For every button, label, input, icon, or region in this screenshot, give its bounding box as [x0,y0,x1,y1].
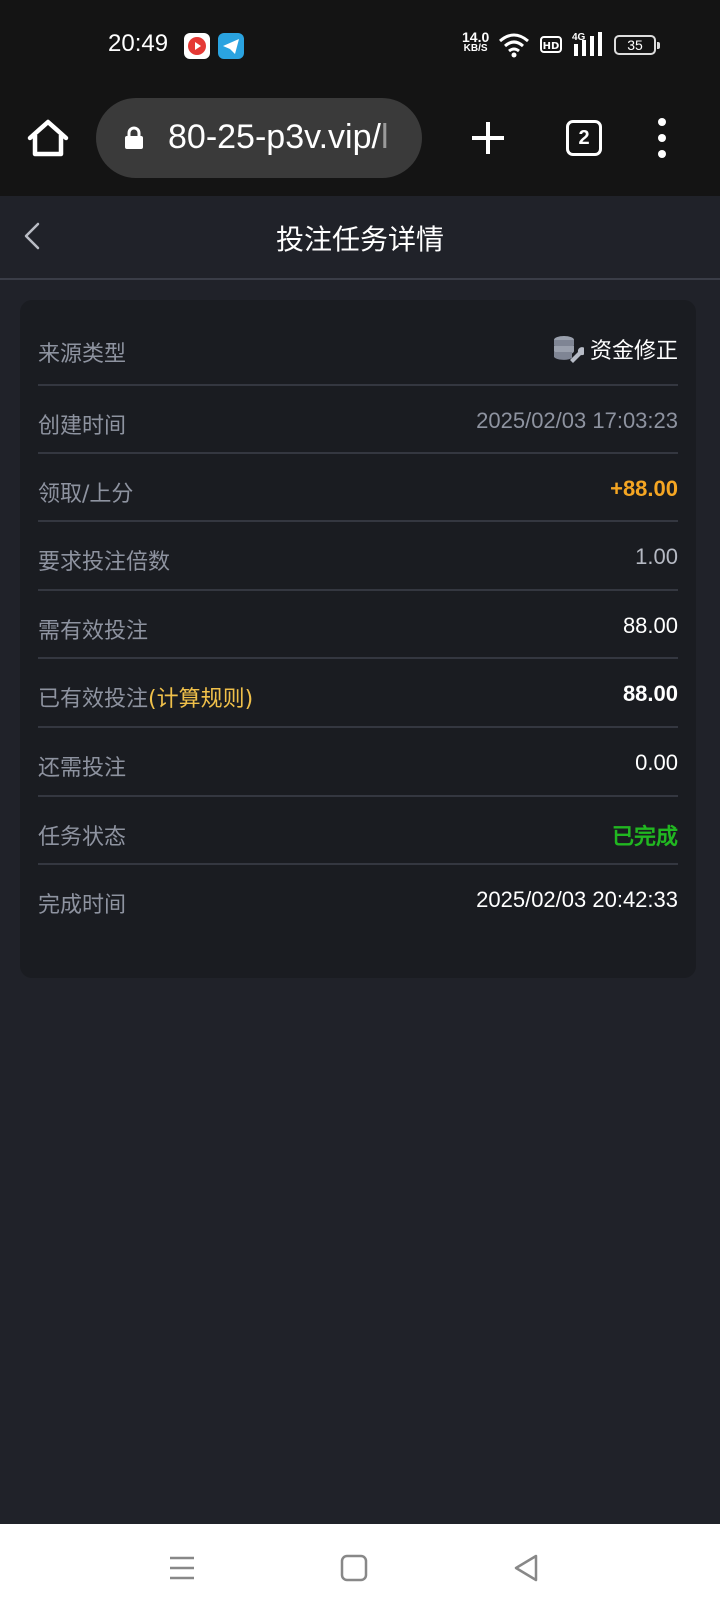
row-valid-bet: 已有效投注(计算规则) 88.00 [38,659,678,728]
page-title: 投注任务详情 [275,223,444,256]
row-required-bet: 需有效投注 88.00 [38,591,678,659]
battery-indicator: 35 [614,35,660,55]
row-source-type: 来源类型 资金修正 [38,314,678,386]
network-speed: 14.0 KB/S [462,29,490,54]
row-task-status: 任务状态 已完成 [38,797,678,865]
row-claim-amount: 领取/上分 +88.00 [38,454,678,522]
status-time: 20:49 [108,30,169,57]
telegram-notification-icon [218,33,244,59]
remaining-bet-value: 0.00 [635,750,678,775]
row-created-time: 创建时间 2025/02/03 17:03:23 [38,386,678,454]
new-tab-icon[interactable] [470,120,506,156]
task-status-label: 任务状态 [38,825,127,850]
created-time-label: 创建时间 [38,414,127,439]
source-type-label: 来源类型 [38,342,127,367]
required-bet-label: 需有效投注 [38,619,149,644]
valid-bet-value: 88.00 [622,681,678,706]
browser-toolbar: 80-25-p3v.vip/l 2 [0,90,720,196]
valid-bet-label: 已有效投注(计算规则) [38,687,254,712]
row-remaining-bet: 还需投注 0.00 [38,728,678,797]
hd-badge: HD [540,36,562,53]
task-detail-card: 来源类型 资金修正 创建时间 2025/02/03 17:03:23 领取/上分… [20,300,696,978]
claim-amount-value: +88.00 [610,476,678,501]
row-finish-time: 完成时间 2025/02/03 20:42:33 [38,865,678,933]
more-menu-icon[interactable] [652,116,672,160]
lock-icon [125,126,143,149]
home-square-icon[interactable] [336,1550,372,1586]
row-bet-multiplier: 要求投注倍数 1.00 [38,522,678,591]
page-header: 投注任务详情 [0,196,720,280]
home-icon[interactable] [26,116,70,160]
finish-time-label: 完成时间 [38,893,127,918]
system-navigation-bar [0,1524,720,1612]
task-status-value: 已完成 [611,825,678,850]
required-bet-value: 88.00 [622,613,678,638]
remaining-bet-label: 还需投注 [38,756,127,781]
finish-time-value: 2025/02/03 20:42:33 [476,887,678,912]
coins-wrench-icon [553,336,584,363]
url-text: 80-25-p3v.vip/l [168,118,389,156]
created-time-value: 2025/02/03 17:03:23 [476,408,678,433]
tab-switcher-button[interactable]: 2 [566,120,602,156]
source-type-text: 资金修正 [589,339,678,364]
recents-menu-icon[interactable] [164,1550,200,1586]
wifi-icon [499,33,529,58]
signal-4g-icon: 4G [572,32,602,56]
calc-rule-link[interactable]: (计算规则) [148,687,253,712]
video-app-notification-icon [184,33,210,59]
source-type-value: 资金修正 [552,334,678,364]
back-triangle-icon[interactable] [508,1550,544,1586]
bet-multiplier-label: 要求投注倍数 [38,550,171,575]
claim-amount-label: 领取/上分 [38,482,134,507]
bet-multiplier-value: 1.00 [635,544,678,569]
status-bar: 20:49 14.0 KB/S HD 4G 35 [0,0,720,90]
address-bar[interactable]: 80-25-p3v.vip/l [96,98,422,178]
